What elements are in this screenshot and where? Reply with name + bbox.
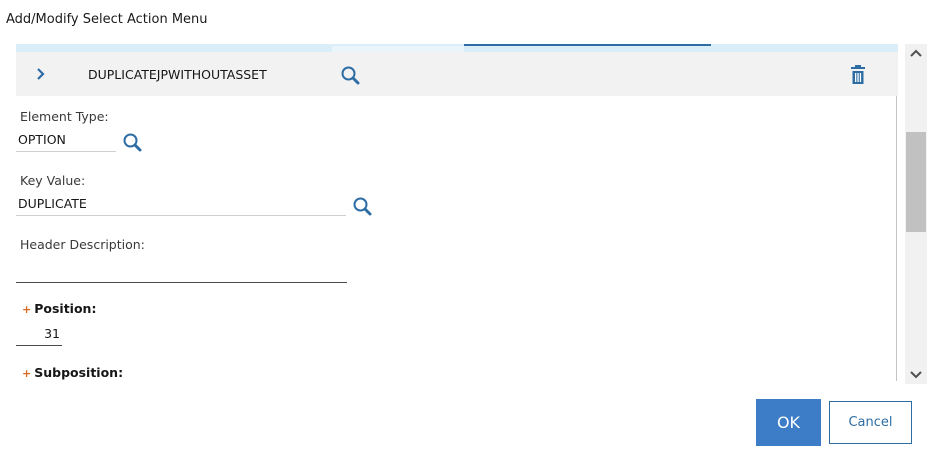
subposition-label: + Subposition:	[22, 365, 123, 380]
scrollbar-thumb[interactable]	[906, 132, 926, 232]
chevron-right-icon[interactable]	[32, 64, 50, 84]
key-value-label: Key Value:	[20, 173, 86, 188]
header-description-label: Header Description:	[20, 237, 145, 252]
header-description-field[interactable]	[16, 259, 347, 283]
cancel-button[interactable]: Cancel	[829, 401, 912, 444]
position-field[interactable]: 31	[16, 322, 62, 346]
content-divider	[896, 96, 897, 381]
required-marker: +	[22, 303, 32, 316]
position-label: + Position:	[22, 301, 96, 316]
element-type-field[interactable]: OPTION	[16, 128, 116, 152]
element-type-label: Element Type:	[20, 109, 109, 124]
trash-icon[interactable]	[849, 64, 867, 86]
scroll-down-icon[interactable]	[905, 364, 927, 384]
active-tab-indicator	[464, 44, 711, 46]
required-marker: +	[22, 367, 32, 380]
dialog-title: Add/Modify Select Action Menu	[6, 12, 208, 27]
key-value-search-icon[interactable]	[352, 196, 374, 218]
position-label-text: Position:	[34, 301, 97, 316]
ok-button[interactable]: OK	[756, 399, 821, 446]
subposition-label-text: Subposition:	[34, 365, 124, 380]
dialog-scroll-area: DUPLICATEJPWITHOUTASSET Element Type: OP…	[16, 44, 898, 381]
action-row-name: DUPLICATEJPWITHOUTASSET	[88, 67, 267, 82]
key-value-field[interactable]: DUPLICATE	[16, 192, 346, 216]
vertical-scrollbar[interactable]	[905, 44, 927, 384]
action-row-header: DUPLICATEJPWITHOUTASSET	[16, 52, 898, 96]
element-type-search-icon[interactable]	[122, 132, 144, 154]
tab-strip	[16, 44, 898, 52]
scroll-up-icon[interactable]	[905, 44, 927, 64]
search-icon[interactable]	[340, 65, 362, 87]
